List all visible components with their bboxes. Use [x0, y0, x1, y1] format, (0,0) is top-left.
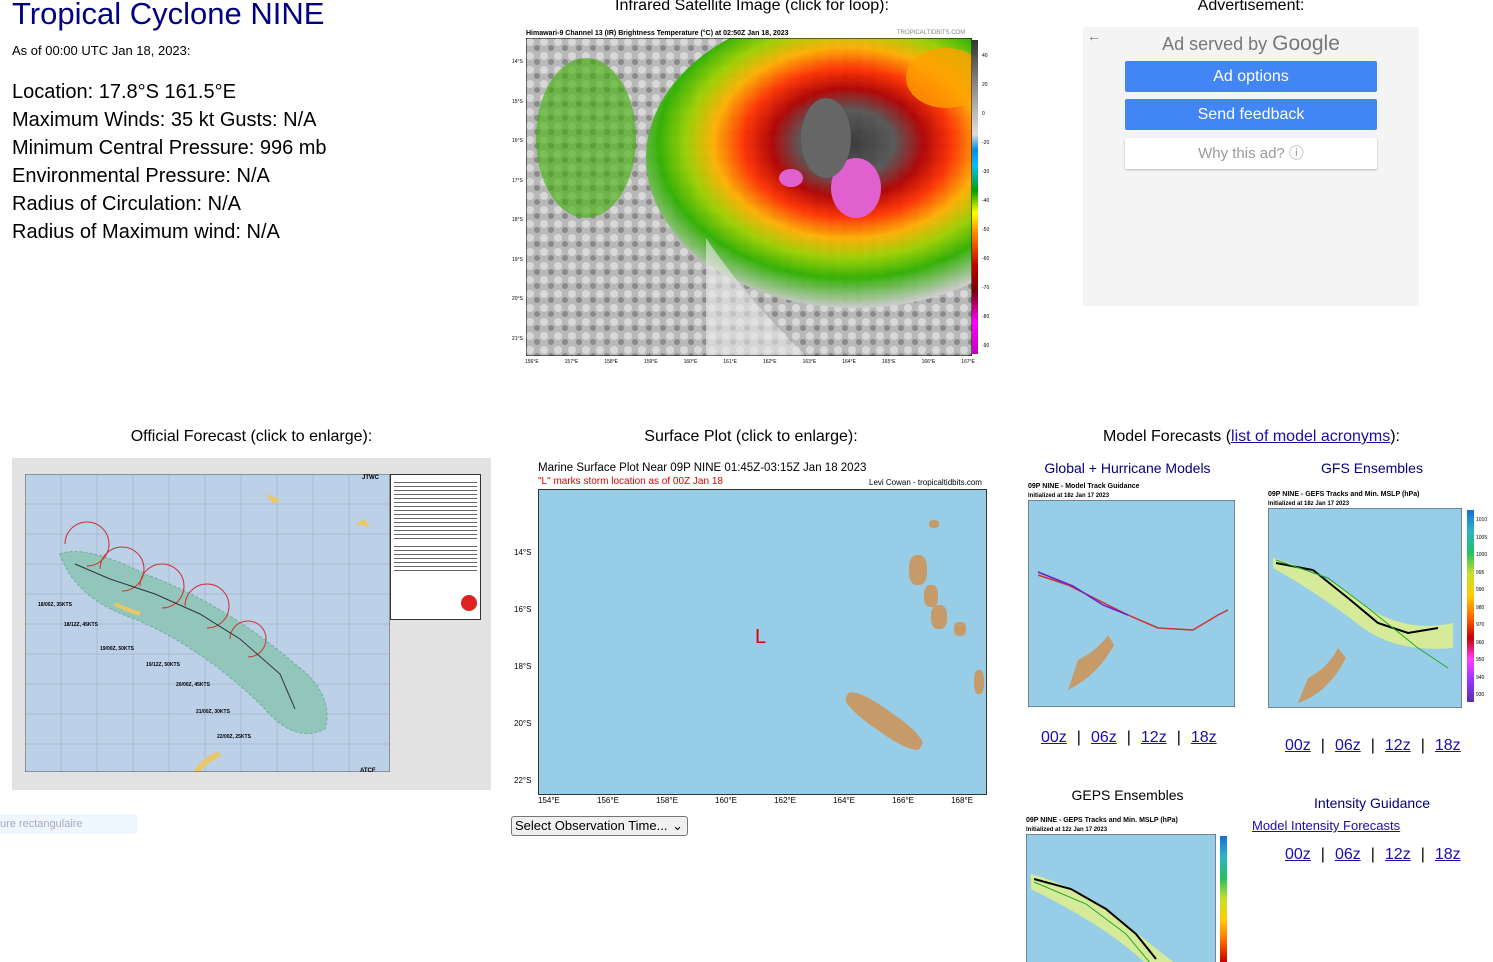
- storm-winds: Maximum Winds: 35 kt Gusts: N/A: [12, 109, 317, 131]
- satellite-image[interactable]: Himawari-9 Channel 13 (IR) Brightness Te…: [512, 28, 989, 370]
- surface-plot-header: Surface Plot (click to enlarge):: [644, 428, 858, 445]
- satellite-color-scale: [972, 40, 978, 354]
- gfs-ensembles-image[interactable]: 09P NINE - GEFS Tracks and Min. MSLP (hP…: [1262, 488, 1493, 718]
- ad-served-by: Ad served by Google: [1083, 32, 1419, 56]
- run-link-06z[interactable]: 06z: [1335, 737, 1361, 754]
- atcf-label: ATCF: [360, 768, 376, 774]
- gfs-run-links: 00z | 06z | 12z | 18z: [1285, 737, 1461, 754]
- forecast-point-label: 20/00Z, 45KTS: [176, 682, 210, 688]
- gfs-pressure-scale: [1467, 510, 1474, 702]
- geps-img-title: 09P NINE - GEPS Tracks and Min. MSLP (hP…: [1026, 817, 1178, 824]
- global-run-links: 00z | 06z | 12z | 18z: [1041, 729, 1217, 746]
- forecast-point-label: 19/12Z, 50KTS: [146, 662, 180, 668]
- ad-header: Advertisement:: [1197, 0, 1305, 14]
- global-img-subtitle: Initialized at 18z Jan 17 2023: [1028, 493, 1110, 499]
- geps-pressure-scale: [1220, 836, 1227, 962]
- model-forecasts-prefix: Model Forecasts (: [1103, 428, 1232, 445]
- surface-plot-image[interactable]: Marine Surface Plot Near 09P NINE 01:45Z…: [511, 458, 991, 810]
- official-forecast-image[interactable]: JTWC ATCF 18/00Z, 35KTS 18/12Z, 45KTS 19…: [12, 458, 491, 790]
- forecast-point-label: 19/00Z, 50KTS: [100, 646, 134, 652]
- forecast-point-label: 18/12Z, 45KTS: [64, 622, 98, 628]
- jtwc-label: JTWC: [362, 475, 379, 481]
- global-models-image[interactable]: 09P NINE - Model Track Guidance Initiali…: [1020, 480, 1240, 712]
- geps-ensembles-image[interactable]: 09P NINE - GEPS Tracks and Min. MSLP (hP…: [1020, 814, 1235, 962]
- ad-panel: ← Ad served by Google Ad options Send fe…: [1083, 27, 1419, 306]
- surface-plot-map: L: [538, 489, 987, 795]
- storm-roci: Radius of Circulation: N/A: [12, 193, 241, 215]
- run-link-06z[interactable]: 06z: [1335, 846, 1361, 863]
- satellite-credit: TROPICALTIDBITS.COM: [897, 30, 966, 36]
- model-forecasts-header: Model Forecasts (list of model acronyms)…: [1010, 428, 1493, 446]
- storm-location: Location: 17.8°S 161.5°E: [12, 81, 236, 103]
- geps-ensembles-title: GEPS Ensembles: [1071, 787, 1184, 803]
- rectangle-label: ure rectangulaire: [0, 814, 137, 834]
- satellite-caption: Himawari-9 Channel 13 (IR) Brightness Te…: [526, 30, 789, 37]
- storm-info: Location: 17.8°S 161.5°E Maximum Winds: …: [12, 78, 327, 246]
- run-link-12z[interactable]: 12z: [1385, 737, 1411, 754]
- storm-env-pressure: Environmental Pressure: N/A: [12, 165, 270, 187]
- run-link-12z[interactable]: 12z: [1385, 846, 1411, 863]
- forecast-point-label: 22/00Z, 25KTS: [217, 734, 251, 740]
- surface-lon-labels: 154°E 156°E 158°E 160°E 162°E 164°E 166°E 168°E: [538, 796, 973, 805]
- satellite-header: Infrared Satellite Image (click for loop…: [615, 0, 889, 14]
- geps-track-map: [1026, 834, 1216, 962]
- run-link-18z[interactable]: 18z: [1435, 737, 1461, 754]
- satellite-lon-labels: 156°E 157°E 158°E 159°E 160°E 161°E 162°E 163°E…: [525, 359, 975, 365]
- ad-served-by-text: Ad served by: [1162, 34, 1268, 54]
- as-of-timestamp: As of 00:00 UTC Jan 18, 2023:: [12, 43, 191, 58]
- observation-time-select-value: Select Observation Time...: [515, 818, 668, 833]
- surface-plot-title: Marine Surface Plot Near 09P NINE 01:45Z…: [538, 462, 867, 474]
- storm-location-mark: L: [755, 626, 767, 648]
- model-intensity-forecasts-link[interactable]: Model Intensity Forecasts: [1252, 818, 1400, 833]
- storm-rmw: Radius of Maximum wind: N/A: [12, 221, 280, 243]
- run-link-18z[interactable]: 18z: [1435, 846, 1461, 863]
- satellite-ir-plot: [526, 38, 972, 356]
- forecast-point-label: 21/00Z, 30KTS: [196, 709, 230, 715]
- gfs-scale-labels: 1010 1005 1000 995 990 980 970 960 950 940 930: [1476, 517, 1488, 698]
- official-forecast-legend: [390, 474, 481, 620]
- send-feedback-button[interactable]: Send feedback: [1125, 99, 1377, 130]
- forecast-point-label: 18/00Z, 35KTS: [38, 602, 72, 608]
- ad-options-button[interactable]: Ad options: [1125, 61, 1377, 92]
- run-link-00z[interactable]: 00z: [1285, 846, 1311, 863]
- google-logo: Google: [1272, 32, 1340, 55]
- intensity-run-links: 00z | 06z | 12z | 18z: [1285, 846, 1461, 863]
- gfs-ensembles-title: GFS Ensembles: [1321, 460, 1423, 476]
- observation-time-select[interactable]: Select Observation Time... ⌄: [511, 816, 688, 836]
- why-this-ad-button[interactable]: Why this ad? ⓘ: [1125, 138, 1377, 169]
- satellite-lat-labels: 14°S 15°S 16°S 17°S 18°S 19°S 20°S 21°S: [512, 59, 523, 342]
- page-title: Tropical Cyclone NINE: [12, 0, 325, 31]
- surface-plot-credit: Levi Cowan - tropicaltidbits.com: [869, 478, 982, 487]
- gfs-img-title: 09P NINE - GEFS Tracks and Min. MSLP (hP…: [1268, 491, 1420, 498]
- intensity-guidance-title: Intensity Guidance: [1314, 795, 1430, 811]
- global-models-title: Global + Hurricane Models: [1044, 460, 1211, 476]
- run-link-00z[interactable]: 00z: [1041, 729, 1067, 746]
- run-link-06z[interactable]: 06z: [1091, 729, 1117, 746]
- model-forecasts-suffix: ):: [1390, 428, 1400, 445]
- run-link-12z[interactable]: 12z: [1141, 729, 1167, 746]
- geps-img-subtitle: Initialized at 12z Jan 17 2023: [1026, 827, 1108, 833]
- model-acronyms-link[interactable]: list of model acronyms: [1231, 428, 1390, 445]
- satellite-scale-labels: 40 20 0 -20 -30 -40 -50 -60 -70 -80 -90: [982, 53, 990, 349]
- surface-plot-subtitle: "L" marks storm location as of 00Z Jan 1…: [538, 476, 723, 487]
- global-track-map: [1028, 500, 1235, 707]
- gfs-track-map: [1268, 508, 1462, 708]
- run-link-00z[interactable]: 00z: [1285, 737, 1311, 754]
- chevron-down-icon: ⌄: [672, 818, 683, 833]
- gfs-img-subtitle: Initialized at 18z Jan 17 2023: [1268, 501, 1350, 507]
- surface-lat-labels: 14°S 16°S 18°S 20°S 22°S: [514, 548, 532, 785]
- official-forecast-header: Official Forecast (click to enlarge):: [130, 428, 373, 445]
- storm-pressure: Minimum Central Pressure: 996 mb: [12, 137, 327, 159]
- global-img-title: 09P NINE - Model Track Guidance: [1028, 483, 1140, 490]
- run-link-18z[interactable]: 18z: [1191, 729, 1217, 746]
